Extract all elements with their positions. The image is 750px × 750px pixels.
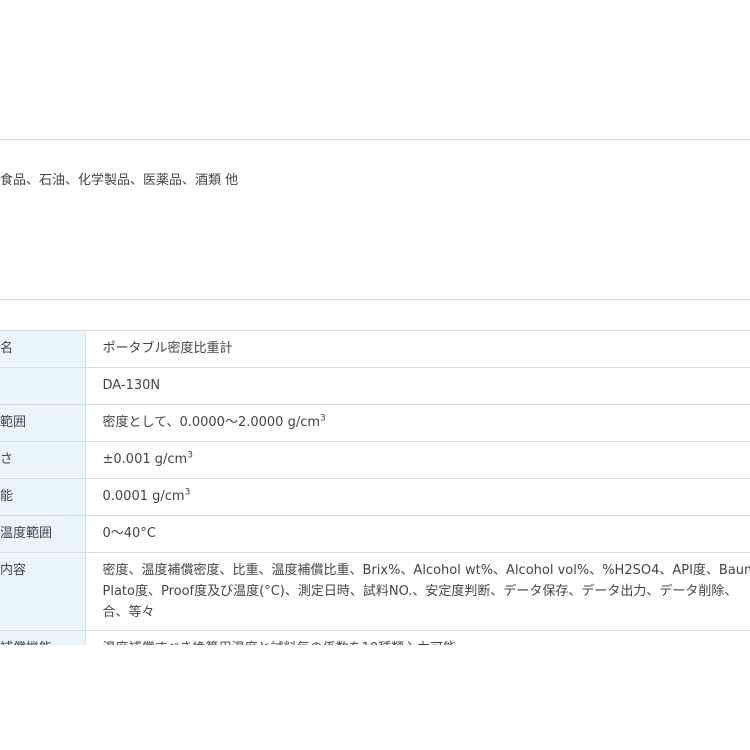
spec-value-display-content: 密度、温度補償密度、比重、温度補償比重、Brix%、Alcohol wt%、Al… — [85, 552, 750, 631]
spec-value-product-name: ポータブル密度比重計 — [85, 330, 750, 368]
table-row: 範囲 密度として、0.0000～2.0000 g/cm3 — [0, 404, 750, 442]
table-row: さ ±0.001 g/cm3 — [0, 441, 750, 479]
spec-label-resolution: 能 — [0, 478, 86, 516]
spec-value-range-text: 密度として、0.0000～2.0000 g/cm — [102, 415, 321, 430]
spec-table-container: 名 ポータブル密度比重計 DA-130N 範囲 密度として、0.0000～2.0… — [0, 330, 750, 645]
spec-value-model: DA-130N — [85, 367, 750, 405]
spec-label-product-name: 名 — [0, 330, 86, 368]
spec-value-compensation: 温度補償すべき換算用温度と試料毎の係数を10種類入力可能 — [85, 630, 750, 645]
spec-label-model — [0, 367, 86, 405]
section-divider — [0, 299, 750, 300]
table-row: DA-130N — [0, 367, 750, 405]
spec-value-line: 合、等々 — [102, 605, 155, 620]
spec-label-range: 範囲 — [0, 404, 86, 442]
spec-value-line: 密度、温度補償密度、比重、温度補償比重、Brix%、Alcohol wt%、Al… — [102, 563, 750, 578]
spec-value-line: Plato度、Proof度及び温度(°C)、測定日時、試料NO.、安定度判断、デ… — [102, 584, 738, 599]
page: 食品、石油、化学製品、医薬品、酒類 他 名 ポータブル密度比重計 DA-130N… — [0, 0, 750, 750]
spec-label-temp-range: 温度範囲 — [0, 515, 86, 553]
spec-value-resolution: 0.0001 g/cm3 — [85, 478, 750, 516]
superscript: 3 — [187, 450, 193, 461]
application-fields-text: 食品、石油、化学製品、医薬品、酒類 他 — [0, 173, 239, 188]
superscript: 3 — [184, 487, 191, 498]
table-row: 温度範囲 0～40°C — [0, 515, 750, 553]
spec-label-compensation: 補償機能 — [0, 630, 86, 645]
table-row: 補償機能 温度補償すべき換算用温度と試料毎の係数を10種類入力可能 — [0, 630, 750, 645]
spec-value-temp-range: 0～40°C — [85, 515, 750, 553]
table-row: 能 0.0001 g/cm3 — [0, 478, 750, 516]
spec-value-range: 密度として、0.0000～2.0000 g/cm3 — [85, 404, 750, 442]
spec-value-accuracy: ±0.001 g/cm3 — [85, 441, 750, 479]
spec-label-accuracy: さ — [0, 441, 86, 479]
spec-label-display-content: 内容 — [0, 552, 86, 631]
spec-value-resolution-text: 0.0001 g/cm — [102, 489, 185, 504]
superscript: 3 — [320, 413, 326, 424]
table-row: 内容 密度、温度補償密度、比重、温度補償比重、Brix%、Alcohol wt%… — [0, 552, 750, 631]
spec-value-accuracy-text: ±0.001 g/cm — [102, 452, 188, 467]
section-divider — [0, 139, 750, 140]
spec-table: 名 ポータブル密度比重計 DA-130N 範囲 密度として、0.0000～2.0… — [0, 330, 750, 645]
table-row: 名 ポータブル密度比重計 — [0, 330, 750, 368]
